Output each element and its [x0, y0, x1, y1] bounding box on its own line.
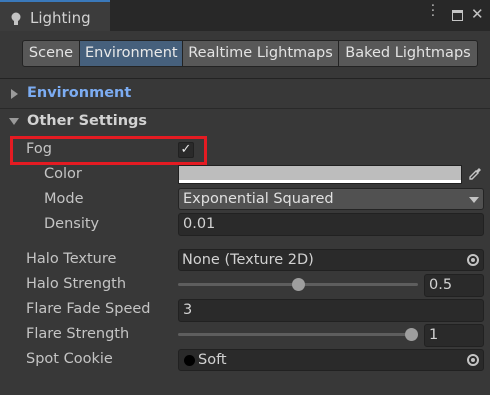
fog-mode-dropdown[interactable]: Exponential Squared [178, 188, 484, 210]
flare-fade-speed-label: Flare Fade Speed [26, 301, 151, 317]
environment-foldout-label: Environment [27, 85, 132, 101]
flare-strength-field[interactable]: 1 [424, 324, 484, 347]
fog-mode-value: Exponential Squared [183, 191, 334, 207]
kebab-menu-icon[interactable]: · · · [429, 0, 437, 23]
halo-strength-slider-thumb[interactable] [291, 278, 305, 291]
object-picker-icon[interactable] [467, 254, 479, 266]
halo-texture-value: None (Texture 2D) [182, 252, 314, 268]
other-settings-foldout[interactable]: Other Settings [0, 110, 490, 135]
tab-baked-lightmaps[interactable]: Baked Lightmaps [338, 40, 478, 67]
chevron-down-icon [9, 118, 19, 125]
flare-strength-label: Flare Strength [26, 326, 130, 342]
flare-strength-slider-track[interactable] [178, 333, 418, 336]
other-settings-foldout-label: Other Settings [27, 113, 148, 129]
tab-environment[interactable]: Environment [79, 40, 183, 67]
fog-density-value: 0.01 [183, 216, 216, 232]
divider [0, 108, 490, 109]
eyedropper-icon[interactable] [467, 166, 483, 182]
fog-color-label: Color [44, 166, 82, 182]
fog-label: Fog [26, 141, 52, 157]
dropdown-arrow-icon [469, 197, 479, 203]
tab-scene[interactable]: Scene [22, 40, 80, 67]
fog-mode-label: Mode [44, 191, 84, 207]
fog-color-field[interactable] [178, 165, 462, 184]
fog-checkbox[interactable]: ✓ [178, 142, 194, 158]
halo-texture-label: Halo Texture [26, 251, 117, 267]
tab-realtime-lightmaps[interactable]: Realtime Lightmaps [182, 40, 339, 67]
spot-cookie-field[interactable]: Soft [178, 349, 484, 371]
spot-cookie-value: Soft [198, 352, 227, 368]
environment-foldout[interactable]: Environment [0, 82, 490, 107]
fog-density-label: Density [44, 216, 100, 232]
object-picker-icon[interactable] [467, 354, 479, 366]
checkmark-icon: ✓ [180, 142, 192, 157]
halo-strength-value: 0.5 [429, 277, 453, 293]
window-title: Lighting [30, 9, 91, 27]
halo-strength-label: Halo Strength [26, 276, 127, 292]
chevron-right-icon [11, 89, 18, 99]
maximize-icon[interactable] [452, 10, 463, 21]
window-tab[interactable]: Lighting [0, 0, 110, 32]
close-icon[interactable]: ✕ [471, 5, 484, 23]
flare-fade-speed-value: 3 [183, 302, 193, 318]
flare-strength-value: 1 [429, 327, 439, 343]
lightbulb-icon [11, 12, 21, 25]
tab-strip: Scene Environment Realtime Lightmaps Bak… [22, 40, 478, 67]
texture-thumbnail-icon [184, 355, 195, 366]
fog-density-field[interactable]: 0.01 [178, 213, 484, 236]
fog-color-alpha-bar [179, 180, 461, 183]
halo-texture-field[interactable]: None (Texture 2D) [178, 249, 484, 271]
flare-strength-slider-thumb[interactable] [405, 328, 418, 341]
flare-fade-speed-field[interactable]: 3 [178, 299, 484, 322]
halo-strength-field[interactable]: 0.5 [424, 274, 484, 297]
spot-cookie-label: Spot Cookie [26, 351, 113, 367]
